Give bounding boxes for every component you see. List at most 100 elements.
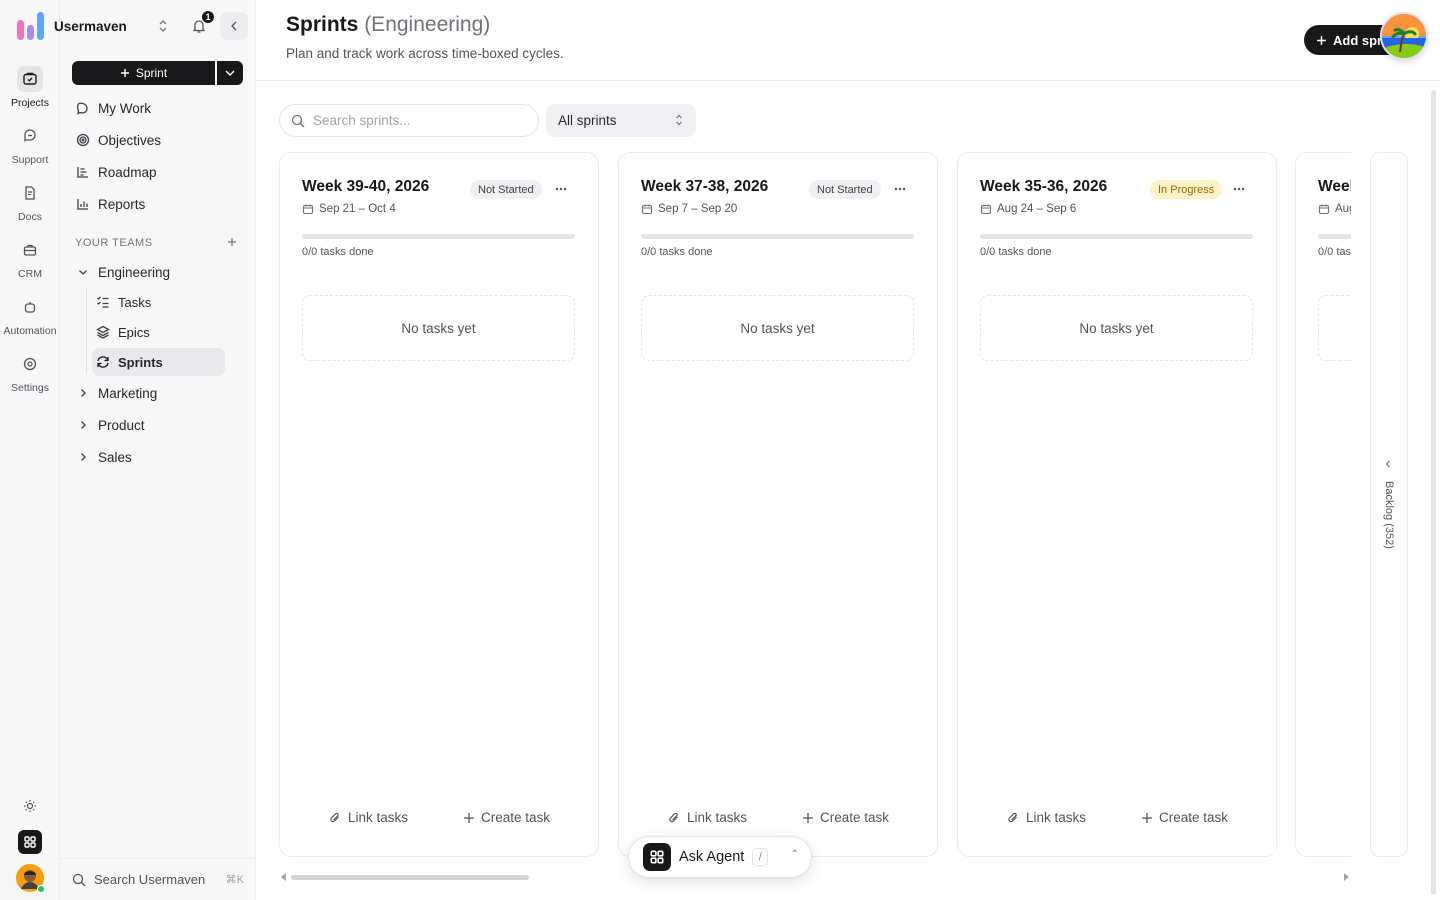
sprint-title[interactable]: Week 33-34, 2026: [1318, 178, 1351, 196]
team-label: Sales: [98, 449, 132, 465]
rail-item-docs[interactable]: Docs: [0, 180, 60, 223]
agent-shortcut[interactable]: [0, 830, 60, 854]
sprint-search-input[interactable]: Search sprints...: [279, 104, 539, 137]
rail-label: Automation: [3, 325, 57, 337]
more-icon[interactable]: [1232, 182, 1246, 196]
add-team-icon[interactable]: [227, 237, 237, 247]
link-tasks-label: Link tasks: [1026, 810, 1087, 825]
search-icon: [72, 873, 86, 886]
backlog-panel[interactable]: Backlog (352): [1370, 152, 1408, 857]
team-label: Marketing: [98, 385, 158, 401]
new-dropdown-button[interactable]: [217, 61, 243, 85]
settings-icon: [17, 351, 43, 377]
rail-label: Projects: [11, 97, 49, 109]
more-icon[interactable]: [893, 182, 907, 196]
link-tasks-button[interactable]: Link tasks: [1007, 810, 1086, 825]
workspace-name: Usermaven: [54, 18, 127, 34]
create-task-button[interactable]: Create task: [463, 810, 550, 825]
nav-reports[interactable]: Reports: [72, 190, 244, 218]
chevron-up-icon[interactable]: ⌃: [791, 849, 799, 860]
chevron-right-icon: [81, 453, 86, 461]
sprint-title[interactable]: Week 37-38, 2026: [641, 178, 768, 196]
plus-icon: [803, 812, 813, 823]
backlog-label: Backlog (352): [1383, 481, 1395, 549]
tasks-done: 0/0 tasks done: [302, 246, 374, 258]
team-sales[interactable]: Sales: [72, 443, 244, 471]
empty-state: No tasks yet: [641, 295, 914, 361]
sprint-title[interactable]: Week 35-36, 2026: [980, 178, 1107, 196]
support-icon: [17, 123, 43, 149]
link-tasks-button[interactable]: Link tasks: [668, 810, 747, 825]
calendar-icon: [980, 204, 992, 215]
create-task-button[interactable]: Create task: [1141, 810, 1228, 825]
plus-icon: [1317, 35, 1326, 45]
team-product[interactable]: Product: [72, 411, 244, 439]
sprint-card: Week 35-36, 2026 In Progress Aug 24 – Se…: [957, 152, 1277, 857]
theme-toggle[interactable]: [0, 799, 60, 813]
user-avatar[interactable]: [0, 864, 60, 893]
team-engineering[interactable]: Engineering: [72, 258, 244, 286]
global-search[interactable]: Search Usermaven ⌘K: [60, 858, 256, 900]
more-icon[interactable]: [554, 182, 568, 196]
search-icon: [291, 114, 305, 127]
nav-label: Sprints: [118, 354, 163, 370]
collapse-sidebar-button[interactable]: [220, 12, 248, 40]
dates-text: Sep 7 – Sep 20: [658, 203, 738, 215]
crm-icon: [17, 237, 43, 263]
agent-label: Ask Agent: [679, 849, 745, 865]
nav-tasks[interactable]: Tasks: [92, 288, 225, 316]
nav-my-work[interactable]: My Work: [72, 94, 244, 122]
create-task-label: Create task: [820, 810, 890, 825]
nav-sprints[interactable]: Sprints: [92, 348, 225, 376]
team-marketing[interactable]: Marketing: [72, 379, 244, 407]
nav-epics[interactable]: Epics: [92, 318, 225, 346]
empty-state: No tasks yet: [302, 295, 575, 361]
dates-text: Aug 24 – Sep 6: [997, 203, 1077, 215]
team-label: Product: [98, 417, 145, 433]
sprint-filter-select[interactable]: All sprints: [546, 104, 696, 137]
nav-objectives[interactable]: Objectives: [72, 126, 244, 154]
vertical-scrollbar[interactable]: [1431, 90, 1436, 895]
beach-illustration-icon: [1382, 14, 1426, 58]
objectives-icon: [76, 133, 90, 147]
rail-item-projects[interactable]: Projects: [0, 66, 60, 109]
beach-avatar[interactable]: [1380, 12, 1428, 60]
calendar-icon: [1318, 204, 1330, 215]
paperclip-icon: [1008, 812, 1017, 822]
create-task-button[interactable]: Create task: [802, 810, 889, 825]
rail-item-settings[interactable]: Settings: [0, 351, 60, 394]
tasks-done: 0/0 tasks done: [1318, 246, 1351, 258]
icon-rail: Projects Support Docs CRM Automation Set…: [0, 0, 60, 900]
scroll-left-icon[interactable]: [281, 873, 287, 881]
horizontal-scrollbar[interactable]: [291, 875, 529, 880]
rail-label: Support: [11, 154, 49, 166]
link-tasks-button[interactable]: Link tasks: [329, 810, 408, 825]
rail-item-crm[interactable]: CRM: [0, 237, 60, 280]
automation-icon: [17, 294, 43, 320]
plus-icon: [1142, 812, 1152, 823]
teams-heading: YOUR TEAMS: [75, 237, 153, 249]
plus-icon: [464, 812, 474, 823]
agent-shortcut-key: /: [752, 848, 769, 866]
status-badge: Not Started: [470, 180, 542, 199]
scroll-right-icon[interactable]: [1343, 873, 1349, 881]
filter-value: All sprints: [558, 113, 617, 128]
rail-label: Docs: [18, 211, 42, 223]
paperclip-icon: [669, 812, 678, 822]
sprint-card: Week 37-38, 2026 Not Started Sep 7 – Sep…: [618, 152, 938, 857]
sprint-title[interactable]: Week 39-40, 2026: [302, 178, 429, 196]
workspace-switcher[interactable]: Usermaven: [16, 10, 127, 42]
empty-state: No tasks yet: [980, 295, 1253, 361]
dates-text: Sep 21 – Oct 4: [319, 203, 396, 215]
rail-item-automation[interactable]: Automation: [0, 294, 60, 337]
rail-item-support[interactable]: Support: [0, 123, 60, 166]
nav-label: Roadmap: [98, 164, 157, 180]
nav-label: Objectives: [98, 132, 162, 148]
nav-label: My Work: [98, 100, 151, 116]
nav-roadmap[interactable]: Roadmap: [72, 158, 244, 186]
new-sprint-button[interactable]: Sprint: [72, 61, 215, 85]
status-badge: In Progress: [1150, 180, 1223, 199]
workspace-chevron-icon[interactable]: [158, 19, 168, 33]
ask-agent-button[interactable]: Ask Agent / ⌃: [628, 836, 812, 878]
docs-icon: [17, 180, 43, 206]
